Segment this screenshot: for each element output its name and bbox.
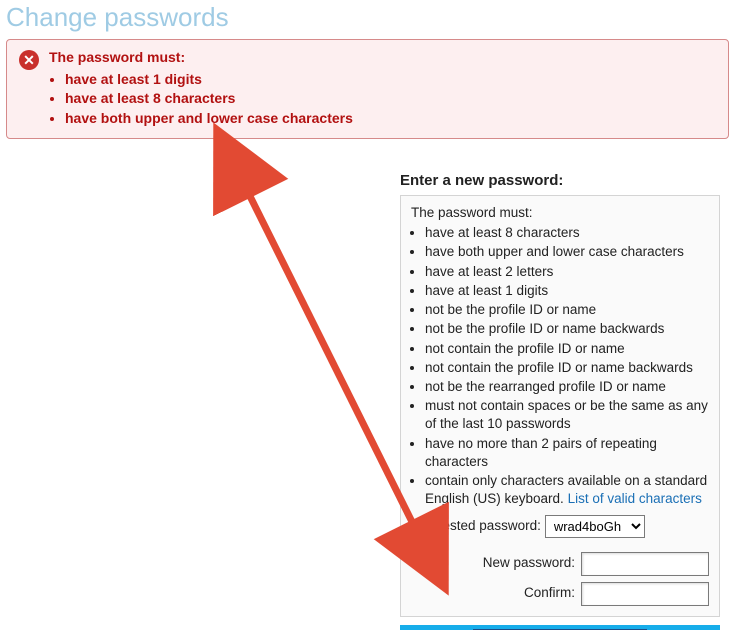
error-item: have both upper and lower case character… <box>65 109 716 129</box>
valid-characters-link[interactable]: List of valid characters <box>568 491 702 506</box>
rule-item: not be the rearranged profile ID or name <box>425 378 709 396</box>
page-title: Change passwords <box>6 2 735 33</box>
rule-item: contain only characters available on a s… <box>425 472 709 508</box>
password-form-panel: The password must: have at least 8 chara… <box>400 195 720 617</box>
rule-item: not be the profile ID or name <box>425 301 709 319</box>
rule-item: not be the profile ID or name backwards <box>425 320 709 338</box>
rule-item: have both upper and lower case character… <box>425 243 709 261</box>
form-heading: Enter a new password: <box>400 172 720 189</box>
rules-list: have at least 8 characters have both upp… <box>425 224 709 508</box>
suggested-password-label: Suggested password: <box>411 517 541 535</box>
new-password-label: New password: <box>483 554 575 572</box>
error-list: have at least 1 digits have at least 8 c… <box>65 70 716 129</box>
rule-item: have no more than 2 pairs of repeating c… <box>425 435 709 471</box>
confirm-password-input[interactable] <box>581 582 709 606</box>
error-icon: ✕ <box>19 50 39 70</box>
error-message-box: ✕ The password must: have at least 1 dig… <box>6 39 729 139</box>
rule-item: have at least 2 letters <box>425 263 709 281</box>
submit-bar: Change passwords <box>400 625 720 630</box>
confirm-password-label: Confirm: <box>524 584 575 602</box>
rule-item: have at least 8 characters <box>425 224 709 242</box>
suggested-password-select[interactable]: wrad4boGh <box>545 515 645 538</box>
error-item: have at least 8 characters <box>65 89 716 109</box>
new-password-input[interactable] <box>581 552 709 576</box>
rule-item: have at least 1 digits <box>425 282 709 300</box>
error-heading: The password must: <box>49 48 716 68</box>
error-item: have at least 1 digits <box>65 70 716 90</box>
rule-item: must not contain spaces or be the same a… <box>425 397 709 433</box>
rule-item: not contain the profile ID or name <box>425 340 709 358</box>
rules-heading: The password must: <box>411 204 709 222</box>
rule-item: not contain the profile ID or name backw… <box>425 359 709 377</box>
